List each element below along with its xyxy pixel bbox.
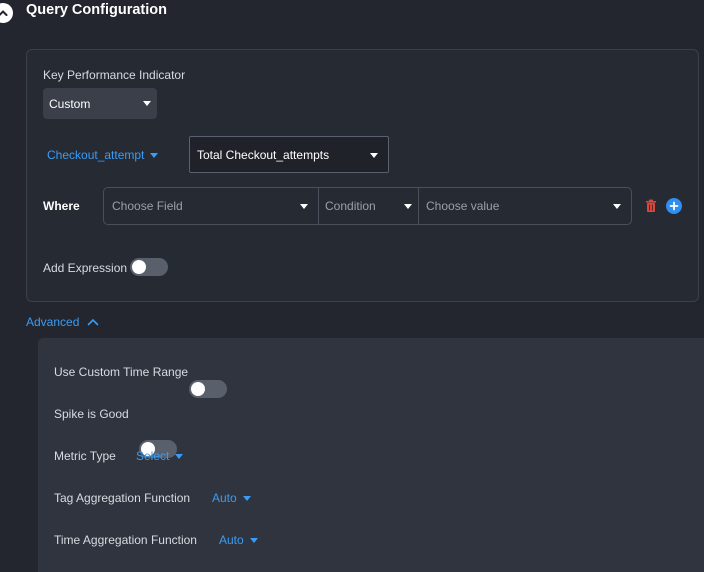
value-select[interactable]: Choose value xyxy=(418,188,631,224)
condition-select[interactable]: Condition xyxy=(318,188,418,224)
kpi-label: Key Performance Indicator xyxy=(43,68,186,82)
caret-down-icon xyxy=(613,204,621,209)
kpi-select[interactable]: Custom xyxy=(43,88,157,119)
time-aggregation-select[interactable]: Auto xyxy=(219,533,258,547)
spike-is-good-label: Spike is Good xyxy=(54,407,129,421)
metric-select-value: Checkout_attempt xyxy=(47,148,145,162)
tag-aggregation-select[interactable]: Auto xyxy=(212,491,251,505)
plus-circle-icon[interactable] xyxy=(666,198,682,214)
caret-down-icon xyxy=(300,204,308,209)
metric-type-label: Metric Type xyxy=(54,449,116,463)
custom-time-range-label: Use Custom Time Range xyxy=(54,365,189,379)
where-label: Where xyxy=(43,199,80,213)
tag-aggregation-value: Auto xyxy=(212,491,237,505)
where-filter-group: Choose Field Condition Choose value xyxy=(103,187,632,225)
kpi-select-value: Custom xyxy=(49,96,91,111)
time-aggregation-label: Time Aggregation Function xyxy=(54,533,197,547)
value-select-placeholder: Choose value xyxy=(426,199,500,213)
time-aggregation-value: Auto xyxy=(219,533,244,547)
tag-aggregation-label: Tag Aggregation Function xyxy=(54,491,191,505)
field-select[interactable]: Choose Field xyxy=(104,188,318,224)
chevron-up-icon xyxy=(88,318,99,326)
aggregation-select-value: Total Checkout_attempts xyxy=(197,147,330,162)
add-expression-label: Add Expression xyxy=(43,261,128,275)
metric-type-select[interactable]: Select xyxy=(136,449,184,463)
caret-down-icon xyxy=(150,152,159,158)
metric-select[interactable]: Checkout_attempt xyxy=(47,148,159,162)
caret-down-icon xyxy=(370,153,378,158)
caret-down-icon xyxy=(404,204,412,209)
advanced-label: Advanced xyxy=(26,315,80,329)
field-select-placeholder: Choose Field xyxy=(112,199,183,213)
caret-down-icon xyxy=(249,537,258,543)
caret-down-icon xyxy=(175,453,184,459)
collapse-section-icon[interactable] xyxy=(0,3,13,23)
add-expression-toggle[interactable] xyxy=(130,258,168,276)
trash-icon[interactable] xyxy=(643,198,659,214)
section-title: Query Configuration xyxy=(26,2,167,18)
advanced-toggle[interactable]: Advanced xyxy=(26,315,99,329)
aggregation-select[interactable]: Total Checkout_attempts xyxy=(189,136,389,173)
caret-down-icon xyxy=(143,101,151,106)
caret-down-icon xyxy=(242,495,251,501)
condition-select-placeholder: Condition xyxy=(325,199,376,213)
custom-time-range-toggle[interactable] xyxy=(189,380,227,398)
metric-type-value: Select xyxy=(136,449,170,463)
